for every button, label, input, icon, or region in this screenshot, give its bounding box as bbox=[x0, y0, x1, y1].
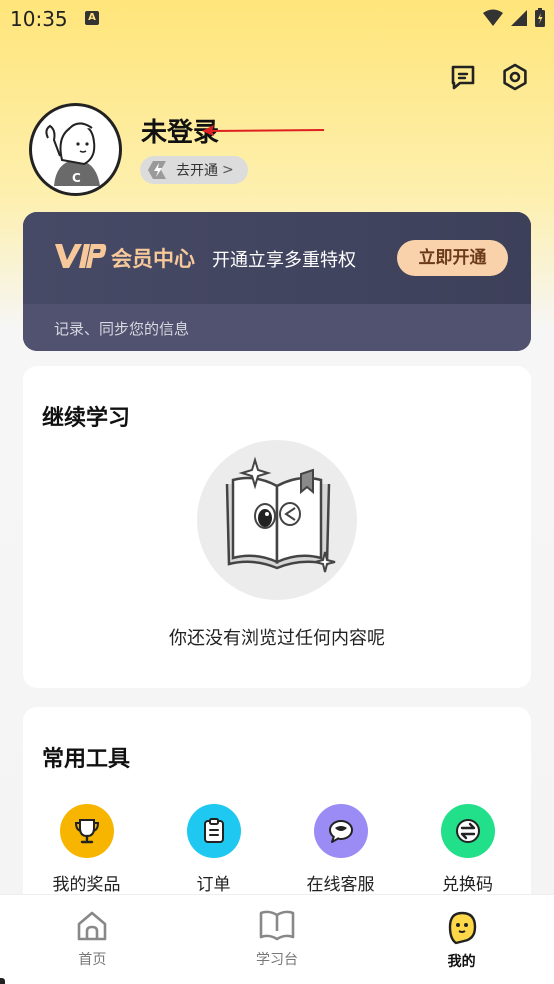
continue-learning-card: 继续学习 你还没有浏览过任何内容呢 bbox=[23, 366, 531, 688]
svg-text:C: C bbox=[72, 171, 81, 185]
tool-label: 兑换码 bbox=[442, 875, 493, 895]
open-badge-label: 去开通 bbox=[176, 163, 218, 179]
vip-note: 记录、同步您的信息 bbox=[54, 320, 190, 338]
settings-icon[interactable] bbox=[500, 62, 530, 92]
bottom-tab-bar: 首页 学习台 我的 bbox=[0, 894, 554, 984]
status-time: 10:35 bbox=[10, 7, 68, 31]
tools-row: 我的奖品 订单 在线客服 兑换码 bbox=[23, 804, 531, 895]
tab-study[interactable]: 学习台 bbox=[185, 895, 370, 984]
mascot-face-icon bbox=[448, 911, 476, 945]
feedback-icon[interactable] bbox=[448, 62, 478, 92]
arrow-annotation-icon bbox=[202, 125, 325, 136]
home-icon bbox=[78, 911, 107, 941]
tool-label: 订单 bbox=[196, 875, 231, 895]
empty-state-text: 你还没有浏览过任何内容呢 bbox=[169, 628, 385, 649]
vip-card-bottom: 记录、同步您的信息 bbox=[23, 304, 531, 351]
trophy-icon bbox=[59, 804, 114, 858]
vip-description: 开通立享多重特权 bbox=[212, 250, 356, 271]
signal-icon bbox=[511, 10, 527, 26]
common-tools-card: 常用工具 我的奖品 订单 在线客服 兑换码 bbox=[23, 707, 531, 907]
wifi-icon bbox=[483, 9, 503, 26]
chevron-right-icon: > bbox=[222, 162, 234, 178]
exchange-icon bbox=[440, 804, 495, 858]
avatar[interactable]: C bbox=[29, 103, 122, 196]
clipboard-icon bbox=[186, 804, 241, 858]
lightning-icon bbox=[140, 156, 174, 184]
tab-mine[interactable]: 我的 bbox=[369, 895, 554, 984]
vip-card-top: 会员中心 开通立享多重特权 立即开通 bbox=[23, 212, 531, 304]
chat-bubble-icon bbox=[313, 804, 368, 858]
battery-icon bbox=[535, 8, 545, 27]
tool-online-support[interactable]: 在线客服 bbox=[277, 804, 404, 895]
corner-decoration bbox=[0, 978, 5, 984]
vip-open-button[interactable]: 立即开通 bbox=[397, 240, 508, 276]
status-indicators bbox=[482, 8, 546, 28]
tool-my-prizes[interactable]: 我的奖品 bbox=[23, 804, 150, 895]
vip-logo-icon bbox=[55, 244, 107, 268]
tool-label: 我的奖品 bbox=[52, 875, 121, 895]
status-bar: 10:35 A bbox=[0, 0, 554, 38]
common-tools-title: 常用工具 bbox=[42, 747, 131, 772]
tab-label: 我的 bbox=[447, 954, 476, 970]
avatar-mascot-icon: C bbox=[45, 122, 100, 186]
book-icon bbox=[259, 910, 295, 941]
tab-home[interactable]: 首页 bbox=[0, 895, 185, 984]
tool-orders[interactable]: 订单 bbox=[150, 804, 277, 895]
vip-title: 会员中心 bbox=[111, 247, 195, 271]
open-book-mascot-icon bbox=[225, 456, 336, 573]
tab-label: 学习台 bbox=[256, 952, 298, 968]
open-membership-badge[interactable]: 去开通 > bbox=[140, 156, 248, 184]
header-actions bbox=[448, 62, 530, 92]
notification-badge-icon: A bbox=[85, 11, 99, 25]
continue-learning-title: 继续学习 bbox=[42, 406, 131, 431]
empty-state-illustration bbox=[197, 440, 357, 600]
tool-redeem-code[interactable]: 兑换码 bbox=[404, 804, 531, 895]
tool-label: 在线客服 bbox=[306, 875, 375, 895]
vip-card[interactable]: 会员中心 开通立享多重特权 立即开通 记录、同步您的信息 bbox=[23, 212, 531, 351]
tab-label: 首页 bbox=[78, 952, 107, 968]
